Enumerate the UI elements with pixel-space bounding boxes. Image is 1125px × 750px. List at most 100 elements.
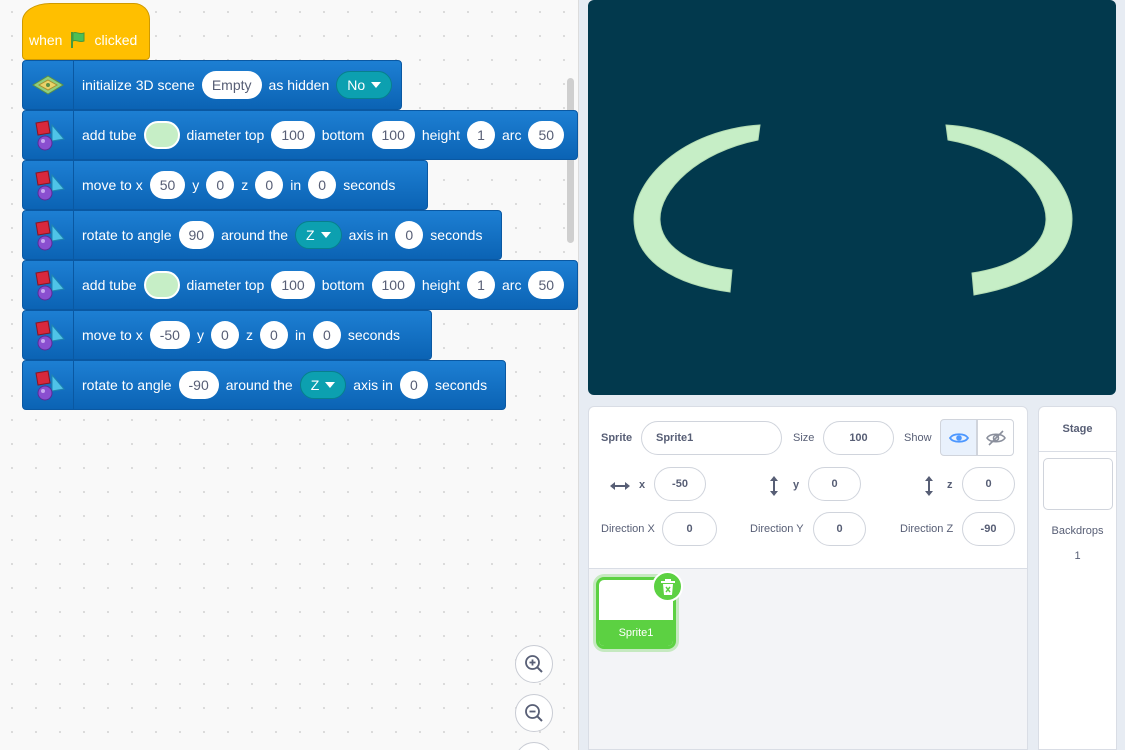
zoom-reset-button[interactable] <box>515 742 553 750</box>
y-position-input[interactable]: 0 <box>808 467 861 501</box>
block-label: move to x <box>82 327 143 343</box>
seconds-input[interactable]: 0 <box>308 171 337 199</box>
caret-down-icon <box>320 232 331 238</box>
dropdown-value: Z <box>306 227 315 243</box>
angle-input[interactable]: 90 <box>178 221 215 249</box>
diameter-top-input[interactable]: 100 <box>271 121 315 149</box>
arc-input[interactable]: 50 <box>528 271 565 299</box>
shapes-icon-cell <box>23 361 74 409</box>
stage-canvas[interactable] <box>588 0 1116 395</box>
z-label: z <box>947 479 953 491</box>
eye-slash-icon <box>985 429 1006 446</box>
scene-type-input[interactable]: Empty <box>201 71 262 99</box>
bottom-input[interactable]: 100 <box>371 271 415 299</box>
block-label: move to x <box>82 177 143 193</box>
z-position-input[interactable]: 0 <box>962 467 1015 501</box>
block-label: height <box>421 277 461 293</box>
block-label: around the <box>225 377 293 393</box>
stage-scene <box>633 124 1073 296</box>
hat-clicked-label: clicked <box>94 32 138 48</box>
block-label: diameter top <box>186 277 265 293</box>
shapes-icon-cell <box>23 311 74 359</box>
angle-input[interactable]: -90 <box>178 371 219 399</box>
y-input[interactable]: 0 <box>210 321 239 349</box>
block-label: in <box>290 177 302 193</box>
sprite-name-input[interactable]: Sprite1 <box>641 421 782 455</box>
right-tube-arc <box>945 124 1073 296</box>
axis-dropdown[interactable]: Z <box>299 371 347 399</box>
delete-sprite-button[interactable] <box>652 571 683 602</box>
block-label: rotate to angle <box>82 227 172 243</box>
scene-plane-icon <box>32 75 64 95</box>
height-input[interactable]: 1 <box>467 121 496 149</box>
code-area[interactable]: when clicked initialize 3D scene Empty a… <box>0 0 579 750</box>
zoom-in-button[interactable] <box>515 645 553 683</box>
block-label: z <box>241 177 249 193</box>
block-label: axis in <box>348 227 389 243</box>
horizontal-arrows-icon <box>610 482 630 490</box>
shapes-icon-cell <box>23 261 74 309</box>
direction-x-input[interactable]: 0 <box>662 512 717 546</box>
direction-y-input[interactable]: 0 <box>813 512 866 546</box>
bottom-input[interactable]: 100 <box>371 121 415 149</box>
3d-shapes-icon <box>35 320 65 351</box>
3d-shapes-icon <box>35 120 65 151</box>
block-label: axis in <box>353 377 393 393</box>
block-label: as hidden <box>268 77 330 93</box>
block-label: seconds <box>434 377 488 393</box>
x-position-input[interactable]: -50 <box>654 467 706 501</box>
diameter-top-input[interactable]: 100 <box>271 271 315 299</box>
scene-icon-cell <box>23 61 74 109</box>
rotate-to-block[interactable]: rotate to angle -90 around the Z axis in… <box>22 360 506 410</box>
tube-color-picker[interactable] <box>143 271 180 299</box>
tube-color-picker[interactable] <box>143 121 180 149</box>
block-label: y <box>192 177 200 193</box>
hat-when-label: when <box>29 32 63 48</box>
height-input[interactable]: 1 <box>467 271 496 299</box>
vertical-arrows-icon <box>770 476 778 496</box>
seconds-input[interactable]: 0 <box>395 221 424 249</box>
sprite-label: Sprite <box>601 432 633 444</box>
hidden-dropdown[interactable]: No <box>336 71 393 99</box>
stage-selector-panel[interactable]: Stage Backdrops 1 <box>1038 406 1117 750</box>
y-input[interactable]: 0 <box>206 171 235 199</box>
seconds-input[interactable]: 0 <box>399 371 428 399</box>
add-tube-block[interactable]: add tube diameter top 100 bottom 100 hei… <box>22 110 578 160</box>
caret-down-icon <box>325 382 336 388</box>
initialize-scene-block[interactable]: initialize 3D scene Empty as hidden No <box>22 60 402 110</box>
z-input[interactable]: 0 <box>259 321 288 349</box>
shapes-icon-cell <box>23 161 74 209</box>
seconds-input[interactable]: 0 <box>312 321 341 349</box>
x-input[interactable]: 50 <box>149 171 186 199</box>
move-to-block[interactable]: move to x 50 y 0 z 0 in 0 seconds <box>22 160 428 210</box>
block-label: add tube <box>82 277 137 293</box>
axis-dropdown[interactable]: Z <box>295 221 342 249</box>
3d-shapes-icon <box>35 270 65 301</box>
shapes-icon-cell <box>23 111 74 159</box>
show-hidden-button[interactable] <box>977 419 1014 456</box>
rotate-to-block[interactable]: rotate to angle 90 around the Z axis in … <box>22 210 502 260</box>
code-scrollbar[interactable] <box>567 78 574 243</box>
3d-shapes-icon <box>35 170 65 201</box>
depth-arrows-icon <box>925 476 933 496</box>
backdrop-thumbnail[interactable] <box>1043 458 1113 510</box>
arc-input[interactable]: 50 <box>528 121 565 149</box>
backdrops-count: 1 <box>1074 550 1081 562</box>
add-tube-block[interactable]: add tube diameter top 100 bottom 100 hei… <box>22 260 578 310</box>
size-input[interactable]: 100 <box>823 421 894 455</box>
zoom-out-button[interactable] <box>515 694 553 732</box>
show-label: Show <box>904 432 932 444</box>
z-input[interactable]: 0 <box>255 171 284 199</box>
block-label: diameter top <box>186 127 265 143</box>
move-to-block[interactable]: move to x -50 y 0 z 0 in 0 seconds <box>22 310 432 360</box>
x-input[interactable]: -50 <box>149 321 190 349</box>
dropdown-value: No <box>347 77 366 93</box>
3d-shapes-icon <box>35 370 65 401</box>
block-label: arc <box>502 127 522 143</box>
show-visible-button[interactable] <box>940 419 977 456</box>
direction-z-input[interactable]: -90 <box>962 512 1015 546</box>
direction-z-label: Direction Z <box>900 523 954 535</box>
block-label: rotate to angle <box>82 377 172 393</box>
block-label: initialize 3D scene <box>82 77 195 93</box>
block-label: z <box>245 327 253 343</box>
